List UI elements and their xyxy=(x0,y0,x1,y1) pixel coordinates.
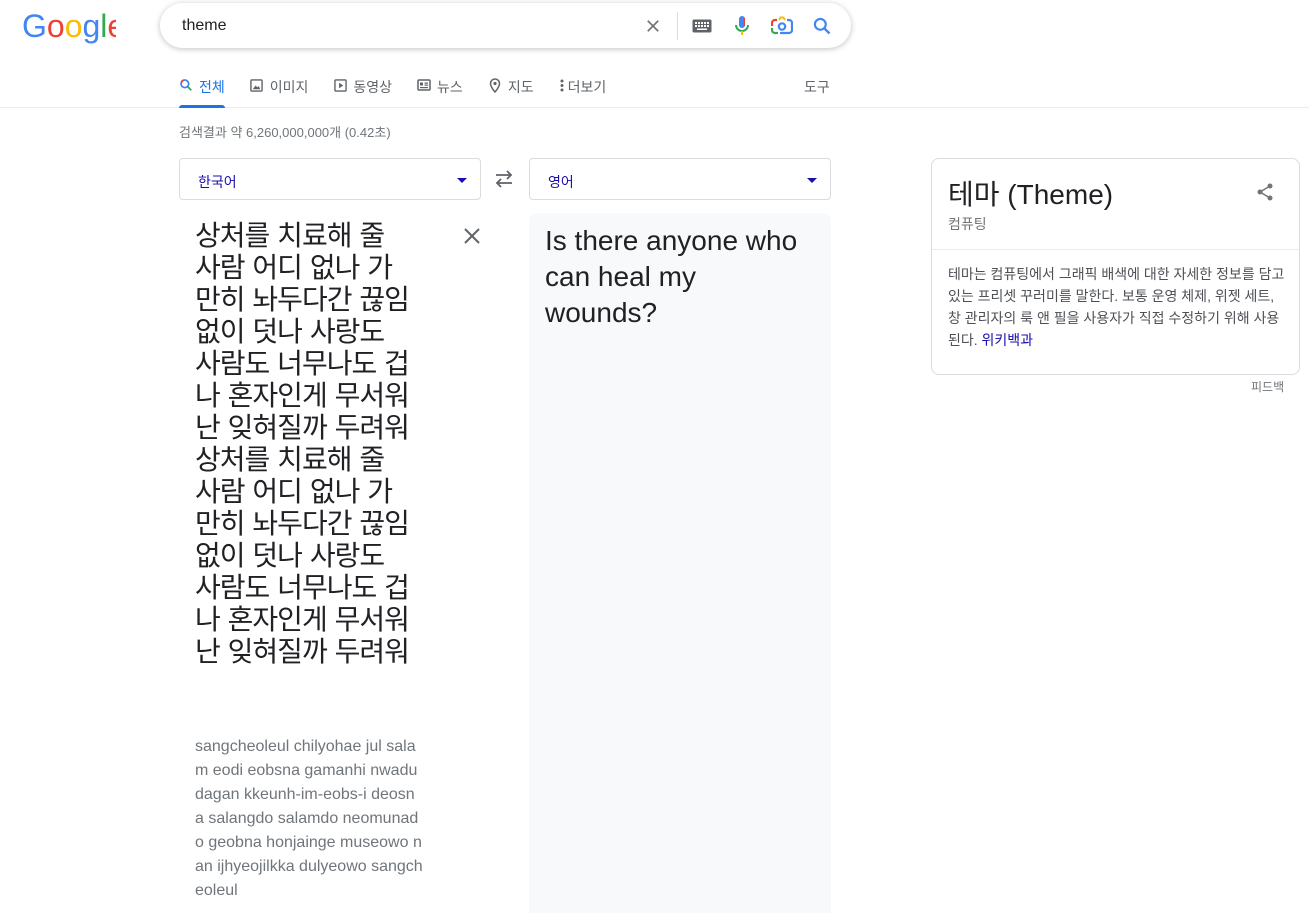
search-tabs: 전체 이미지 동영상 뉴스 지도 더보기 xyxy=(179,72,631,108)
swap-languages-icon[interactable] xyxy=(493,168,515,190)
source-language-label: 한국어 xyxy=(198,174,237,190)
tab-videos[interactable]: 동영상 xyxy=(333,72,392,108)
clear-icon[interactable] xyxy=(641,14,665,38)
lens-camera-icon[interactable] xyxy=(770,14,794,38)
tab-label: 더보기 xyxy=(567,79,607,95)
header: Google xyxy=(0,0,1309,108)
news-icon xyxy=(417,78,431,92)
dropdown-arrow-icon xyxy=(807,178,817,183)
keyboard-icon[interactable] xyxy=(690,14,714,38)
search-divider xyxy=(677,12,678,40)
search-icon xyxy=(179,78,193,92)
tab-label: 지도 xyxy=(507,79,534,95)
svg-text:Google: Google xyxy=(22,8,116,44)
translated-text: Is there anyone who can heal my wounds? xyxy=(545,225,798,328)
more-vert-icon xyxy=(559,78,565,92)
knowledge-panel-description: 테마는 컴퓨팅에서 그래픽 배색에 대한 자세한 정보를 담고 있는 프리셋 꾸… xyxy=(948,263,1286,351)
romanization-text: sangcheoleul chilyohae jul salam eodi eo… xyxy=(195,738,423,899)
wikipedia-link[interactable]: 위키백과 xyxy=(982,332,1034,348)
dropdown-arrow-icon xyxy=(457,178,467,183)
target-language-select[interactable]: 영어 xyxy=(529,158,831,200)
clear-text-icon[interactable] xyxy=(462,226,482,246)
tab-label: 이미지 xyxy=(269,79,309,95)
knowledge-panel-title: 테마 (Theme) xyxy=(948,179,1114,210)
tab-label: 동영상 xyxy=(353,79,393,95)
knowledge-panel: 테마 (Theme) 컴퓨팅 테마는 컴퓨팅에서 그래픽 배색에 대한 자세한 … xyxy=(931,158,1300,375)
translation-output-panel: Is there anyone who can heal my wounds? xyxy=(529,213,831,913)
search-input[interactable] xyxy=(180,3,620,48)
microphone-icon[interactable] xyxy=(730,14,754,38)
map-pin-icon xyxy=(488,77,502,93)
source-text[interactable]: 상처를 치료해 줄 사람 어디 없나 가만히 놔두다간 끊임없이 덧나 사랑도 … xyxy=(195,220,413,668)
search-box xyxy=(160,3,851,48)
knowledge-panel-subtitle: 컴퓨팅 xyxy=(948,216,987,232)
video-icon xyxy=(333,78,347,92)
share-icon[interactable] xyxy=(1254,181,1276,203)
tab-all[interactable]: 전체 xyxy=(179,72,225,108)
result-stats: 검색결과 약 6,260,000,000개 (0.42초) xyxy=(179,125,391,140)
google-logo[interactable]: Google xyxy=(22,7,116,45)
feedback-link[interactable]: 피드백 xyxy=(1251,378,1284,395)
tab-images[interactable]: 이미지 xyxy=(250,72,309,108)
tab-news[interactable]: 뉴스 xyxy=(417,72,463,108)
tab-more[interactable]: 더보기 xyxy=(559,72,607,108)
tools-button[interactable]: 도구 xyxy=(804,77,830,97)
divider xyxy=(932,249,1299,250)
tab-label: 뉴스 xyxy=(437,79,463,95)
tab-maps[interactable]: 지도 xyxy=(488,72,534,108)
tab-label: 전체 xyxy=(199,79,225,95)
search-icon[interactable] xyxy=(810,14,834,38)
image-icon xyxy=(250,78,264,92)
target-language-label: 영어 xyxy=(548,174,574,190)
source-language-select[interactable]: 한국어 xyxy=(179,158,481,200)
